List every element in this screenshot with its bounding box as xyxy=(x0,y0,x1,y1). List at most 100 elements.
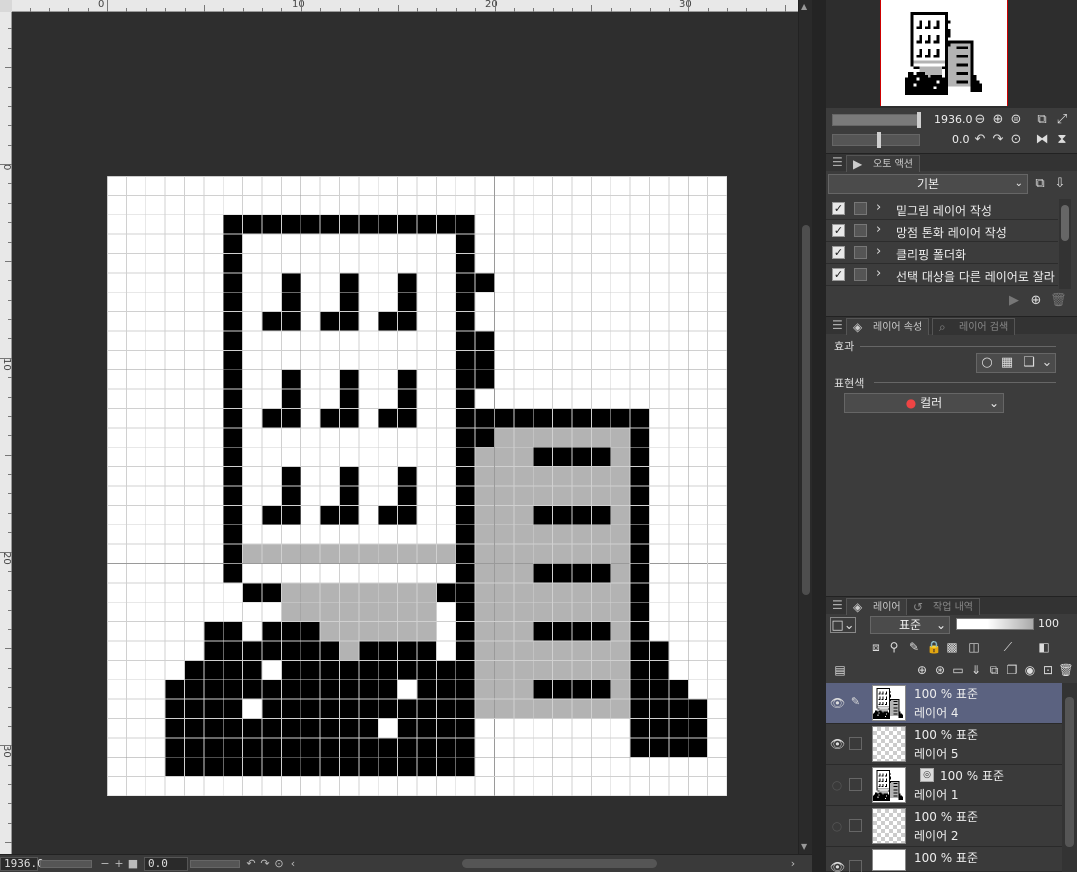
auto-action-item[interactable]: ✓ › 클리핑 폴더화 xyxy=(826,242,1058,264)
tab-history[interactable]: ↺ 작업 내역 xyxy=(906,598,980,615)
chevron-down-icon[interactable]: ⌄ xyxy=(1039,355,1055,371)
auto-action-item[interactable]: ✓ › 선택 대상을 다른 레이어로 잘라 xyxy=(826,264,1058,286)
flip-vertical-icon[interactable]: ⧗ xyxy=(1054,132,1070,148)
eye-icon[interactable]: 👁 xyxy=(830,696,845,710)
opacity-value[interactable]: 100 xyxy=(1038,617,1059,630)
layer-row[interactable]: 👁 100 % 표준 레이어 5 xyxy=(826,724,1062,765)
eye-off-icon[interactable]: ○ xyxy=(830,819,844,833)
opacity-slider[interactable] xyxy=(956,618,1034,630)
chevron-right-icon[interactable]: › xyxy=(876,266,881,281)
checkbox-icon[interactable]: ✓ xyxy=(832,268,845,281)
canvas-vertical-scrollbar[interactable]: ▲ ▼ xyxy=(798,0,812,854)
auto-action-scrollbar[interactable] xyxy=(1059,199,1071,289)
rotate-left-icon[interactable]: ↶ xyxy=(972,132,988,148)
layer-row[interactable]: ○ 100 % 표준 레이어 2 xyxy=(826,806,1062,847)
tone-icon[interactable]: ▦ xyxy=(999,355,1015,371)
circle-icon[interactable]: ○ xyxy=(979,355,995,371)
lock-transparent-icon[interactable]: ▩ xyxy=(944,639,960,655)
pen-icon[interactable]: ✎ xyxy=(849,696,862,709)
record-box[interactable] xyxy=(854,202,867,215)
create-mask-icon[interactable]: ◉ xyxy=(1022,662,1038,678)
reset-rotate-icon[interactable]: ⊙ xyxy=(272,857,286,870)
fit-window-icon[interactable]: ⧉ xyxy=(1034,112,1050,128)
copy-set-icon[interactable]: ⧉ xyxy=(1032,176,1048,192)
auto-action-item[interactable]: ✓ › 망점 톤화 레이어 작성 xyxy=(826,220,1058,242)
record-box[interactable] xyxy=(854,224,867,237)
checkbox-icon[interactable]: ✓ xyxy=(832,202,845,215)
rotate-left-icon[interactable]: ↶ xyxy=(244,857,258,870)
reset-rotate-icon[interactable]: ⊙ xyxy=(1008,132,1024,148)
draft-icon[interactable]: ✎ xyxy=(906,639,922,655)
expand-icon[interactable]: ⤢ xyxy=(1054,112,1070,128)
auto-action-item[interactable]: ✓ › 밑그림 레이어 작성 xyxy=(826,198,1058,220)
rotate-right-icon[interactable]: ↷ xyxy=(990,132,1006,148)
angle-slider[interactable] xyxy=(190,859,240,868)
menu-icon[interactable]: ☰ xyxy=(832,598,843,612)
flip-horizontal-icon[interactable]: ⧓ xyxy=(1034,132,1050,148)
trash-icon[interactable]: 🗑 xyxy=(1058,662,1074,678)
expression-color-select[interactable]: ● 컬러 ⌄ xyxy=(844,393,1004,413)
mask-icon[interactable]: ◫ xyxy=(966,639,982,655)
navigator-zoom-slider[interactable] xyxy=(832,112,921,128)
zoom-out-icon[interactable]: ⊖ xyxy=(972,112,988,128)
reference-icon[interactable]: ⚲ xyxy=(886,639,902,655)
layer-color-icon[interactable]: ◧ xyxy=(1036,639,1052,655)
new-raster-layer-icon[interactable]: ⊕ xyxy=(914,662,930,678)
tab-layer-property[interactable]: ◈ 레이어 속성 xyxy=(846,318,930,335)
menu-icon[interactable]: ☰ xyxy=(832,155,843,169)
chevron-right-icon[interactable]: › xyxy=(876,200,881,215)
menu-icon[interactable]: ☰ xyxy=(832,318,843,332)
zoom-field[interactable]: 1936.0 xyxy=(0,856,44,871)
blend-color-icon[interactable]: □⌄ xyxy=(830,617,856,633)
tab-auto-action[interactable]: ▶ 오토 액션 xyxy=(846,155,920,172)
eye-off-icon[interactable]: ○ xyxy=(830,778,844,792)
copy-layer-icon[interactable]: ❐ xyxy=(1004,662,1020,678)
blend-mode-select[interactable]: 표준 ⌄ xyxy=(870,616,950,634)
checkbox-icon[interactable]: ✓ xyxy=(832,224,845,237)
navigator-rotate-slider[interactable] xyxy=(832,132,920,148)
zoom-out-icon[interactable]: − xyxy=(98,857,112,870)
layer-row[interactable]: 👁 ✎ 100 % 표준 레이어 4 xyxy=(826,683,1062,724)
clip-icon[interactable]: ⧈ xyxy=(868,639,884,655)
navigator-preview[interactable] xyxy=(826,0,1077,108)
apply-mask-icon[interactable]: ⊡ xyxy=(1040,662,1056,678)
eye-icon[interactable]: 👁 xyxy=(830,860,845,872)
transfer-down-icon[interactable]: ⇓ xyxy=(968,662,984,678)
zoom-in-icon[interactable]: ⊕ xyxy=(990,112,1006,128)
actual-size-icon[interactable]: ⊜ xyxy=(1008,112,1024,128)
layer-list-icon[interactable]: ▤ xyxy=(832,662,848,678)
play-icon[interactable]: ▶ xyxy=(1006,293,1022,309)
new-vector-layer-icon[interactable]: ⊛ xyxy=(932,662,948,678)
lock-icon[interactable]: 🔒 xyxy=(926,639,942,655)
layer-row[interactable]: 👁 100 % 표준 xyxy=(826,847,1062,872)
chevron-right-icon[interactable]: › xyxy=(876,222,881,237)
scroll-down-icon[interactable]: ▼ xyxy=(801,842,807,851)
trash-icon[interactable]: 🗑 xyxy=(1050,293,1067,309)
record-box[interactable] xyxy=(854,268,867,281)
import-icon[interactable]: ⇩ xyxy=(1052,176,1068,192)
merge-icon[interactable]: ⧉ xyxy=(986,662,1002,678)
record-box[interactable] xyxy=(854,246,867,259)
canvas-area[interactable] xyxy=(12,12,798,854)
new-folder-icon[interactable]: ▭ xyxy=(950,662,966,678)
lock-box[interactable] xyxy=(849,737,862,750)
zoom-slider[interactable] xyxy=(40,859,92,868)
add-action-icon[interactable]: ⊕ xyxy=(1028,293,1044,309)
angle-field[interactable]: 0.0 xyxy=(144,856,188,871)
zoom-in-icon[interactable]: + xyxy=(112,857,126,870)
scroll-left-icon[interactable]: ‹ xyxy=(286,857,300,870)
tab-layer-search[interactable]: ⌕ 레이어 검색 xyxy=(932,318,1016,335)
scroll-right-icon[interactable]: › xyxy=(786,857,800,870)
canvas-vscroll-thumb[interactable] xyxy=(802,225,810,595)
navigator-zoom-value[interactable]: 1936.0 xyxy=(934,113,973,126)
eye-icon[interactable]: 👁 xyxy=(830,737,845,751)
lock-box[interactable] xyxy=(849,819,862,832)
canvas-hscroll-thumb[interactable] xyxy=(462,859,657,868)
fit-icon[interactable]: ■ xyxy=(126,857,140,870)
rotate-right-icon[interactable]: ↷ xyxy=(258,857,272,870)
auto-action-set-select[interactable]: 기본 ⌄ xyxy=(828,174,1028,194)
ruler-icon[interactable]: ⟋ xyxy=(1000,639,1016,655)
lock-box[interactable] xyxy=(849,860,862,872)
checkbox-icon[interactable]: ✓ xyxy=(832,246,845,259)
tab-layer[interactable]: ◈ 레이어 xyxy=(846,598,908,615)
